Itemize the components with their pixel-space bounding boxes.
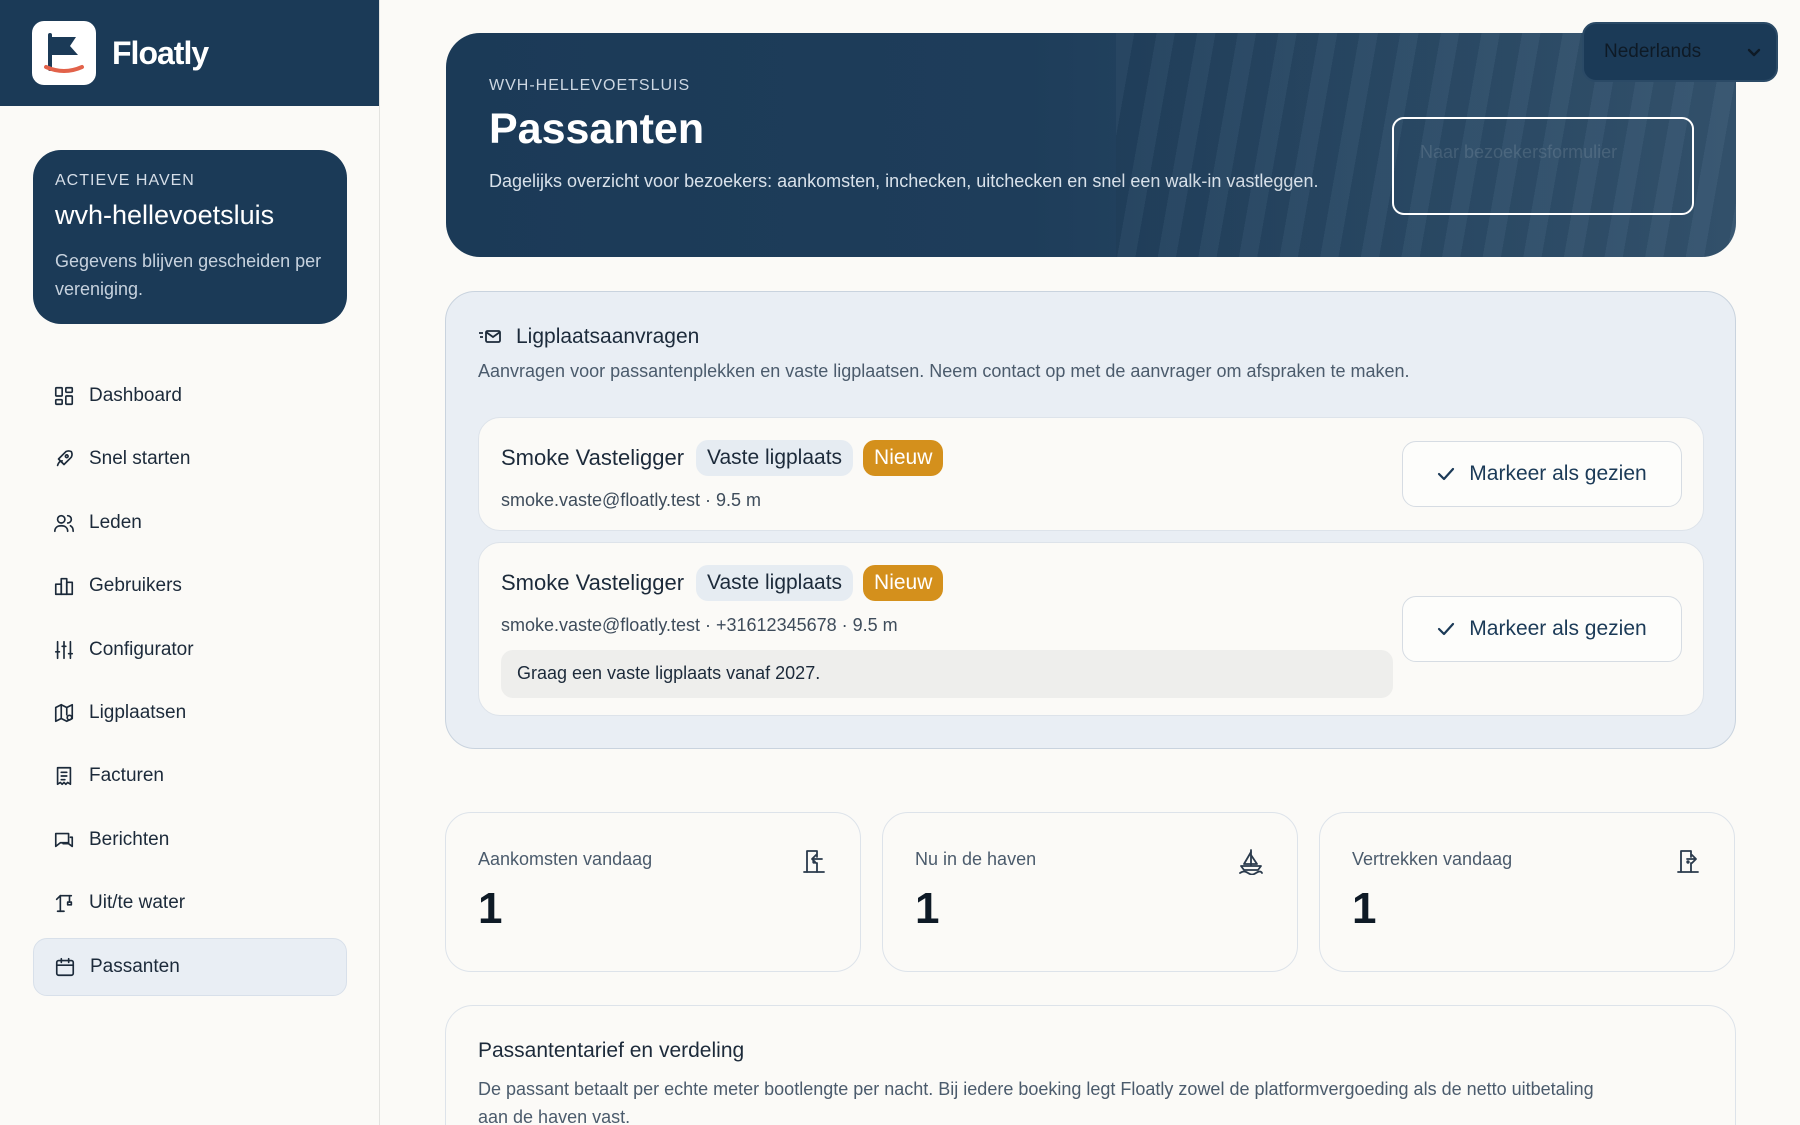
status-badge: Nieuw [863, 440, 944, 476]
sidebar-item-label: Facturen [89, 765, 164, 787]
mail-fast-icon [479, 330, 501, 343]
requester-name: Smoke Vasteligger [501, 445, 685, 470]
request-card: Smoke Vasteligger Vaste ligplaats Nieuw … [478, 417, 1704, 531]
request-type-badge: Vaste ligplaats [696, 565, 854, 601]
language-select-value: Nederlands [1604, 41, 1702, 62]
harbor-name: wvh-hellevoetsluis [55, 200, 275, 230]
language-select[interactable]: Nederlands [1582, 22, 1778, 82]
sidebar-item-leden[interactable]: Leden [33, 494, 347, 552]
sidebar-item-dashboard[interactable]: Dashboard [33, 367, 347, 425]
sidebar-item-configurator[interactable]: Configurator [33, 621, 347, 679]
active-harbor-card: ACTIEVE HAVEN wvh-hellevoetsluis Gegeven… [33, 150, 347, 324]
harbor-description: Gegevens blijven gescheiden per verenigi… [55, 251, 322, 299]
request-note: Graag een vaste ligplaats vanaf 2027. [501, 650, 1393, 698]
check-icon [1438, 622, 1455, 636]
sailboat-icon [1239, 849, 1263, 875]
stat-label: Vertrekken vandaag [1352, 849, 1513, 869]
message-icon [54, 832, 74, 847]
sidebar-item-berichten[interactable]: Berichten [33, 811, 347, 869]
hero-subtitle: Dagelijks overzicht voor bezoekers: aank… [489, 171, 1319, 191]
sidebar-item-label: Uit/te water [89, 892, 186, 914]
map-icon [54, 703, 74, 723]
tariff-title: Passantentarief en verdeling [478, 1039, 745, 1062]
sidebar-nav: Dashboard Snel starten Leden Gebruikers … [33, 367, 347, 1001]
harbor-label: ACTIEVE HAVEN [55, 172, 195, 189]
sidebar-item-label: Berichten [89, 828, 170, 850]
door-out-icon [1677, 850, 1699, 873]
berth-requests-panel: Ligplaatsaanvragen Aanvragen voor passan… [445, 291, 1736, 749]
receipt-icon [56, 767, 72, 786]
rocket-icon [56, 450, 73, 467]
mark-seen-button[interactable]: Markeer als gezien [1402, 596, 1682, 662]
stat-in-harbor: Nu in de haven 1 [882, 812, 1298, 972]
stat-value: 1 [1352, 884, 1377, 933]
mark-seen-button[interactable]: Markeer als gezien [1402, 441, 1682, 507]
sidebar-item-label: Dashboard [89, 385, 182, 406]
calendar-icon [55, 957, 75, 976]
stat-value: 1 [478, 884, 503, 933]
visitor-form-button[interactable]: Naar bezoekersformulier [1392, 117, 1694, 215]
brand-bar: Floatly [0, 0, 379, 106]
stat-arrivals-today: Aankomsten vandaag 1 [445, 812, 861, 972]
sidebar-item-ligplaatsen[interactable]: Ligplaatsen [33, 684, 347, 742]
tariff-description: De passant betaalt per echte meter bootl… [478, 1079, 1594, 1125]
grid-icon [54, 386, 74, 406]
check-icon [1438, 467, 1455, 481]
sidebar-item-label: Passanten [90, 955, 180, 977]
requests-subtitle: Aanvragen voor passantenplekken en vaste… [478, 361, 1410, 381]
stat-departures-today: Vertrekken vandaag 1 [1319, 812, 1735, 972]
request-type-badge: Vaste ligplaats [696, 440, 854, 476]
request-card: Smoke Vasteligger Vaste ligplaats Nieuw … [478, 542, 1704, 716]
tariff-panel: Passantentarief en verdeling De passant … [445, 1005, 1736, 1125]
status-badge: Nieuw [863, 565, 944, 601]
requests-title: Ligplaatsaanvragen [516, 325, 700, 348]
floatly-logo-icon[interactable] [32, 21, 96, 85]
sidebar-item-passanten[interactable]: Passanten [33, 937, 347, 996]
mark-seen-label: Markeer als gezien [1469, 617, 1647, 640]
app-name: Floatly [112, 34, 209, 71]
sidebar-item-facturen[interactable]: Facturen [33, 747, 347, 805]
sidebar-item-label: Configurator [89, 638, 194, 660]
requests-header: Ligplaatsaanvragen [478, 325, 1703, 349]
users-icon [54, 514, 74, 532]
mark-seen-label: Markeer als gezien [1469, 462, 1647, 485]
door-in-icon [803, 850, 825, 873]
sidebar-item-label: Ligplaatsen [89, 701, 187, 723]
sidebar-item-uit-te-water[interactable]: Uit/te water [33, 874, 347, 932]
sidebar: Floatly ACTIEVE HAVEN wvh-hellevoetsluis… [0, 0, 380, 1125]
chevron-down-icon [1747, 48, 1761, 57]
sidebar-item-label: Gebruikers [89, 575, 182, 597]
sidebar-item-snel-starten[interactable]: Snel starten [33, 430, 347, 488]
hero-kicker: WVH-HELLEVOETSLUIS [489, 77, 691, 94]
sidebar-item-label: Leden [89, 511, 142, 533]
crane-icon [55, 894, 73, 913]
sidebar-item-gebruikers[interactable]: Gebruikers [33, 557, 347, 615]
stat-label: Nu in de haven [915, 849, 1037, 869]
stat-label: Aankomsten vandaag [478, 849, 653, 869]
sliders-icon [54, 640, 74, 659]
building-icon [54, 578, 74, 596]
page-hero: WVH-HELLEVOETSLUIS Passanten Dagelijks o… [446, 33, 1736, 257]
sidebar-item-label: Snel starten [89, 448, 191, 470]
stat-value: 1 [915, 884, 940, 933]
requester-name: Smoke Vasteligger [501, 570, 685, 595]
